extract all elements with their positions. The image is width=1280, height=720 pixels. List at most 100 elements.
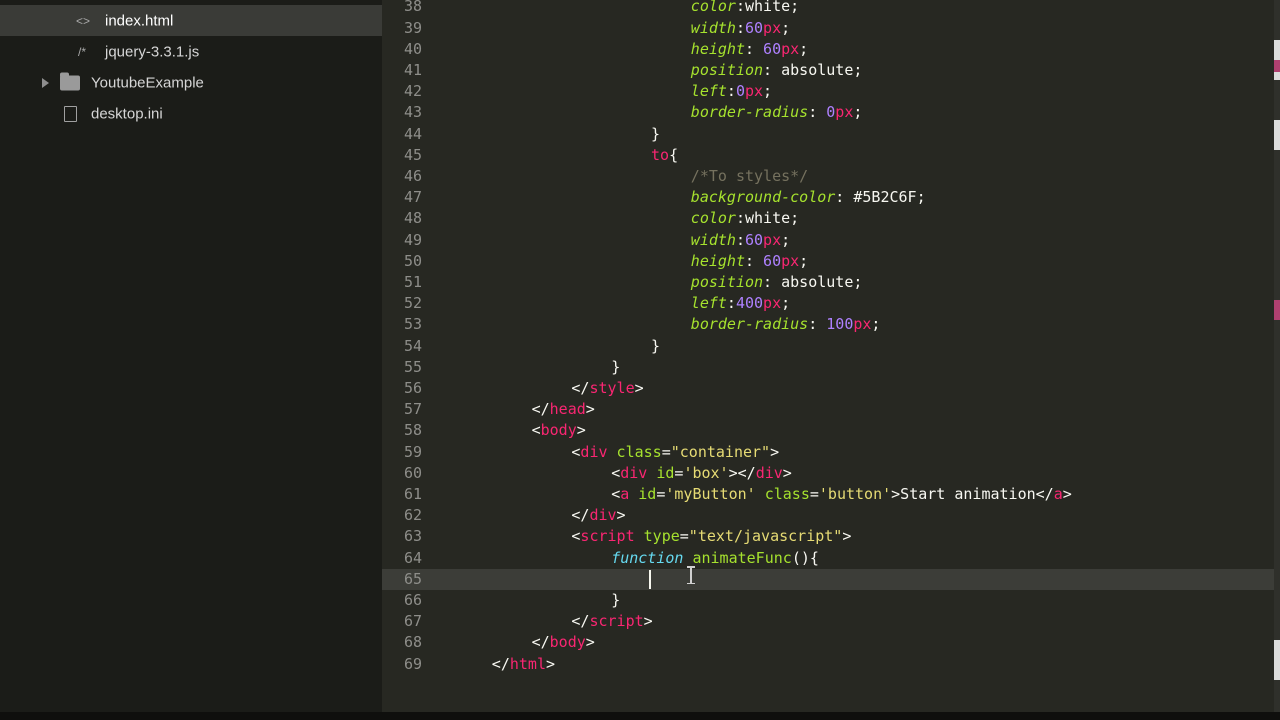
line-code: left:0px; (691, 81, 772, 102)
code-line[interactable]: 57 </head> (382, 399, 1274, 420)
code-line[interactable]: 50 height: 60px; (382, 251, 1274, 272)
minimap-viewport[interactable] (1274, 120, 1280, 150)
line-number: 58 (403, 421, 422, 440)
line-code: } (651, 124, 660, 145)
code-token: id (638, 485, 657, 503)
sidebar-item-youtubeexample[interactable]: YoutubeExample (0, 67, 382, 98)
code-line[interactable]: 58 <body> (382, 420, 1274, 441)
code-line[interactable]: 69 </html> (382, 654, 1274, 675)
code-token: type (643, 527, 680, 546)
code-line[interactable]: 62 </div> (382, 505, 1274, 526)
code-line[interactable]: 61 <a id='myButton' class='button'>Start … (382, 484, 1274, 505)
line-code: position: absolute; (691, 272, 863, 293)
line-number: 52 (403, 294, 422, 313)
line-code: width:60px; (691, 230, 790, 251)
code-token: </ (491, 654, 510, 673)
code-token: position (690, 273, 764, 291)
code-token: 400 (735, 294, 764, 313)
code-token: : (744, 39, 764, 58)
code-token: > (585, 633, 595, 652)
code-token: /*To styles*/ (690, 167, 809, 185)
code-line[interactable]: 38 color:white; (382, 0, 1274, 18)
code-line[interactable]: 39 width:60px; (382, 18, 1274, 39)
code-line[interactable]: 44} (382, 124, 1274, 145)
code-editor[interactable]: 38 color:white; 39 width:60px; 40 height: 60p… (382, 0, 1274, 712)
code-line[interactable]: 46 /*To styles*/ (382, 166, 1274, 187)
code-token: to (651, 145, 670, 164)
code-line[interactable]: 49 width:60px; (382, 230, 1274, 251)
minimap[interactable] (1274, 0, 1280, 712)
code-line[interactable]: 63 <script type="text/javascript"> (382, 526, 1274, 547)
code-token: < (531, 421, 541, 440)
code-line[interactable]: 43 border-radius: 0px; (382, 102, 1274, 123)
code-line[interactable]: 42 left:0px; (382, 81, 1274, 102)
code-token: (){ (791, 548, 819, 567)
line-code: <script type="text/javascript"> (571, 526, 851, 547)
code-token: : (744, 251, 764, 270)
code-token: } (611, 591, 621, 609)
code-token: = (661, 442, 671, 461)
code-line[interactable]: 66} (382, 590, 1274, 611)
line-number: 56 (403, 379, 422, 397)
code-line[interactable]: 41 position: absolute; (382, 60, 1274, 81)
code-line[interactable]: 48 color:white; (382, 208, 1274, 229)
code-line[interactable]: 45 to{ (382, 145, 1274, 166)
code-line[interactable]: 54} (382, 336, 1274, 357)
line-code: } (651, 336, 660, 357)
code-line[interactable]: 60 <div id='box'></div> (382, 463, 1274, 484)
code-line[interactable]: 51 position: absolute; (382, 272, 1274, 293)
sidebar-item-jquery-js[interactable]: /* jquery-3.3.1.js (0, 36, 382, 67)
code-line[interactable]: 56 </style> (382, 378, 1274, 399)
line-number: 60 (403, 463, 422, 482)
line-code: to{ (651, 145, 678, 166)
code-token: > (1062, 485, 1072, 503)
code-token: 'myButton' (665, 485, 756, 503)
code-token: ; (763, 82, 773, 101)
line-number: 59 (403, 442, 422, 461)
code-line[interactable]: 59 <div class="container"> (382, 442, 1274, 463)
code-line[interactable]: 55} (382, 357, 1274, 378)
code-token: : (735, 209, 745, 228)
code-line[interactable]: 53 border-radius: 100px; (382, 314, 1274, 335)
mouse-ibeam-cursor (687, 566, 695, 584)
minimap-viewport[interactable] (1274, 640, 1280, 680)
code-token: border-radius (690, 103, 809, 122)
code-token: white (744, 0, 791, 16)
code-token: : (808, 315, 827, 334)
code-token: absolute (781, 61, 854, 79)
code-token: div (755, 463, 783, 482)
expand-arrow-icon[interactable] (42, 77, 49, 88)
code-token: body (549, 633, 586, 652)
code-line[interactable]: 47 background-color: #5B2C6F; (382, 187, 1274, 208)
line-code: height: 60px; (691, 251, 808, 272)
code-token: : (735, 18, 745, 37)
sidebar-item-index-html[interactable]: <> index.html (0, 5, 382, 36)
code-line[interactable]: 40 height: 60px; (382, 39, 1274, 60)
code-token: > (634, 379, 644, 397)
line-number: 44 (403, 124, 422, 143)
code-token: html (509, 654, 546, 673)
line-number: 39 (403, 18, 422, 37)
code-token: background-color (690, 188, 836, 207)
code-line[interactable]: 64 function animateFunc(){ (382, 548, 1274, 569)
code-line[interactable]: 65 (382, 568, 1274, 590)
sidebar-item-label: desktop.ini (91, 105, 163, 122)
code-line[interactable]: 68 </body> (382, 632, 1274, 653)
line-number: 43 (403, 103, 422, 122)
code-token: </ (571, 506, 590, 525)
code-token: > (782, 463, 792, 482)
code-token: px (763, 294, 782, 313)
code-line[interactable]: 67 </script> (382, 611, 1274, 632)
line-number: 64 (403, 548, 422, 567)
sidebar-item-desktop-ini[interactable]: desktop.ini (0, 98, 382, 129)
line-code: </html> (492, 654, 555, 675)
code-line[interactable]: 52 left:400px; (382, 293, 1274, 314)
minimap-highlight (1274, 60, 1280, 72)
line-number: 50 (403, 251, 422, 270)
code-token: = (809, 485, 819, 503)
code-token: > (576, 421, 586, 440)
line-code: </head> (532, 399, 595, 420)
line-number: 47 (403, 188, 422, 207)
code-token: ; (781, 18, 791, 37)
